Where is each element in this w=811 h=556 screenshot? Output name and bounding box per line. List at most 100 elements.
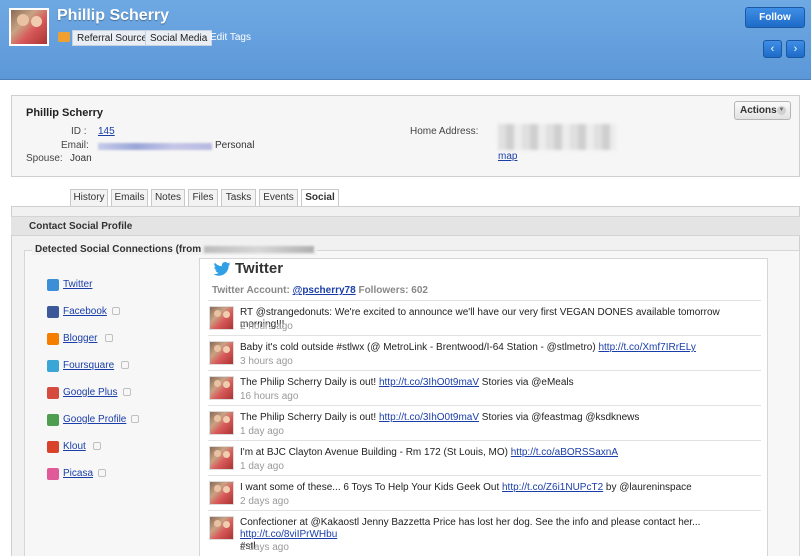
foursquare-icon — [47, 360, 59, 372]
tweet-text: The Philip Scherry Daily is out! http://… — [240, 377, 760, 389]
chevron-left-icon: ‹ — [770, 43, 775, 55]
home-address-redacted — [498, 124, 616, 150]
tab-events[interactable]: Events — [259, 189, 298, 206]
klout-icon — [47, 441, 59, 453]
blogger-link-label[interactable]: Blogger — [63, 333, 97, 344]
tweet-body: Baby it's cold outside #stlwx (@ MetroLi… — [240, 342, 599, 353]
contact-social-profile-title: Contact Social Profile — [11, 216, 800, 236]
picasa-link-label[interactable]: Picasa — [63, 468, 93, 479]
next-contact-button[interactable]: › — [786, 40, 805, 58]
tweet-avatar — [209, 376, 234, 400]
tweet-item: The Philip Scherry Daily is out! http://… — [208, 405, 761, 440]
tab-notes[interactable]: Notes — [151, 189, 185, 206]
tweet-time: 16 hours ago — [240, 391, 299, 402]
tab-tasks[interactable]: Tasks — [221, 189, 256, 206]
tab-files[interactable]: Files — [188, 189, 218, 206]
external-link-icon[interactable] — [93, 442, 101, 450]
tweet-body: The Philip Scherry Daily is out! — [240, 412, 379, 423]
tweet-text: I'm at BJC Clayton Avenue Building - Rm … — [240, 447, 760, 459]
header-contact-name: Phillip Scherry — [57, 7, 170, 24]
tweet-suffix: by @laureninspace — [603, 482, 692, 493]
google-profile-link-label[interactable]: Google Profile — [63, 414, 126, 425]
tweet-item: Baby it's cold outside #stlwx (@ MetroLi… — [208, 335, 761, 370]
facebook-icon — [47, 306, 59, 318]
tweet-time: 1 day ago — [240, 461, 284, 472]
tweet-avatar — [209, 481, 234, 505]
tweet-text: Confectioner at @Kakaostl Jenny Bazzetta… — [240, 517, 760, 553]
tweet-time: 2 hours ago — [240, 321, 293, 332]
prev-contact-button[interactable]: ‹ — [763, 40, 782, 58]
foursquare-link-label[interactable]: Foursquare — [63, 360, 114, 371]
detected-connections-title: Detected Social Connections (from — [32, 244, 317, 255]
tweet-time: 2 days ago — [240, 542, 289, 553]
follow-button[interactable]: Follow — [745, 7, 805, 28]
tweet-item: Confectioner at @Kakaostl Jenny Bazzetta… — [208, 510, 761, 556]
tweet-link[interactable]: http://t.co/3IhO0t9maV — [379, 377, 479, 388]
twitter-icon — [47, 279, 59, 291]
tweet-link[interactable]: http://t.co/3IhO0t9maV — [379, 412, 479, 423]
tweet-text: The Philip Scherry Daily is out! http://… — [240, 412, 760, 424]
tweet-body: Confectioner at @Kakaostl Jenny Bazzetta… — [240, 517, 701, 528]
tweet-item: RT @strangedonuts: We're excited to anno… — [208, 300, 761, 335]
twitter-account-label: Twitter Account: — [212, 285, 290, 296]
google-profile-icon — [47, 414, 59, 426]
tab-history[interactable]: History — [70, 189, 108, 206]
external-link-icon[interactable] — [121, 361, 129, 369]
external-link-icon[interactable] — [105, 334, 113, 342]
external-link-icon[interactable] — [98, 469, 106, 477]
twitter-handle-link[interactable]: @pscherry78 — [293, 285, 356, 296]
edit-tags-link[interactable]: Edit Tags — [210, 32, 251, 43]
google-plus-link-label[interactable]: Google Plus — [63, 387, 117, 398]
tab-emails[interactable]: Emails — [111, 189, 148, 206]
tweet-item: I want some of these... 6 Toys To Help Y… — [208, 475, 761, 510]
blogger-icon — [47, 333, 59, 345]
tweet-avatar — [209, 446, 234, 470]
external-link-icon[interactable] — [112, 307, 120, 315]
twitter-account-line: Twitter Account: @pscherry78 Followers: … — [212, 285, 428, 296]
twitter-followers: Followers: 602 — [358, 285, 428, 296]
tweet-text: I want some of these... 6 Toys To Help Y… — [240, 482, 760, 494]
tweet-time: 2 days ago — [240, 496, 289, 507]
external-link-icon[interactable] — [131, 415, 139, 423]
contact-avatar — [9, 8, 49, 46]
tweet-text: Baby it's cold outside #stlwx (@ MetroLi… — [240, 342, 760, 354]
tweet-link[interactable]: http://t.co/Xmf7IRrELy — [598, 342, 695, 353]
tag-social-media[interactable]: Social Media — [145, 30, 213, 46]
tweet-item: I'm at BJC Clayton Avenue Building - Rm … — [208, 440, 761, 475]
actions-dropdown[interactable]: Actions ▼ — [734, 101, 791, 120]
google-plus-icon — [47, 387, 59, 399]
email-value-redacted[interactable] — [98, 143, 212, 150]
klout-link-label[interactable]: Klout — [63, 441, 86, 452]
twitter-link-label[interactable]: Twitter — [63, 279, 92, 290]
home-address-label: Home Address: — [410, 126, 479, 137]
facebook-link-label[interactable]: Facebook — [63, 306, 107, 317]
tweet-avatar — [209, 306, 234, 330]
tweet-link[interactable]: http://t.co/aBORSSaxnA — [511, 447, 618, 458]
contact-header: Phillip Scherry Referral Source Social M… — [0, 0, 811, 80]
map-link[interactable]: map — [498, 151, 517, 162]
twitter-panel-title: Twitter — [235, 260, 284, 277]
tweet-body: I'm at BJC Clayton Avenue Building - Rm … — [240, 447, 511, 458]
external-link-icon[interactable] — [123, 388, 131, 396]
tweet-item: The Philip Scherry Daily is out! http://… — [208, 370, 761, 405]
tweet-body: RT @strangedonuts: We're excited to anno… — [240, 307, 720, 330]
chevron-down-icon: ▼ — [777, 106, 786, 115]
actions-label: Actions — [740, 105, 777, 116]
contact-name: Phillip Scherry — [26, 107, 104, 119]
picasa-icon — [47, 468, 59, 480]
id-value-link[interactable]: 145 — [98, 126, 115, 137]
tag-referral-source[interactable]: Referral Source — [72, 30, 153, 46]
tweet-link[interactable]: http://t.co/Z6i1NUPcT2 — [502, 482, 603, 493]
tweet-avatar — [209, 341, 234, 365]
tweet-time: 1 day ago — [240, 426, 284, 437]
tweet-avatar — [209, 516, 234, 540]
spouse-value: Joan — [70, 153, 92, 164]
tweet-text: RT @strangedonuts: We're excited to anno… — [240, 307, 760, 331]
tweet-suffix: Stories via @eMeals — [479, 377, 574, 388]
tag-icon — [58, 32, 70, 42]
tweet-body: I want some of these... 6 Toys To Help Y… — [240, 482, 502, 493]
tab-social[interactable]: Social — [301, 189, 339, 207]
detected-title-text: Detected Social Connections (from — [35, 244, 202, 255]
contact-details-panel: Phillip Scherry Actions ▼ ID : 145 Email… — [11, 95, 800, 177]
tweet-link[interactable]: http://t.co/8viIPrWHbu — [240, 529, 337, 540]
